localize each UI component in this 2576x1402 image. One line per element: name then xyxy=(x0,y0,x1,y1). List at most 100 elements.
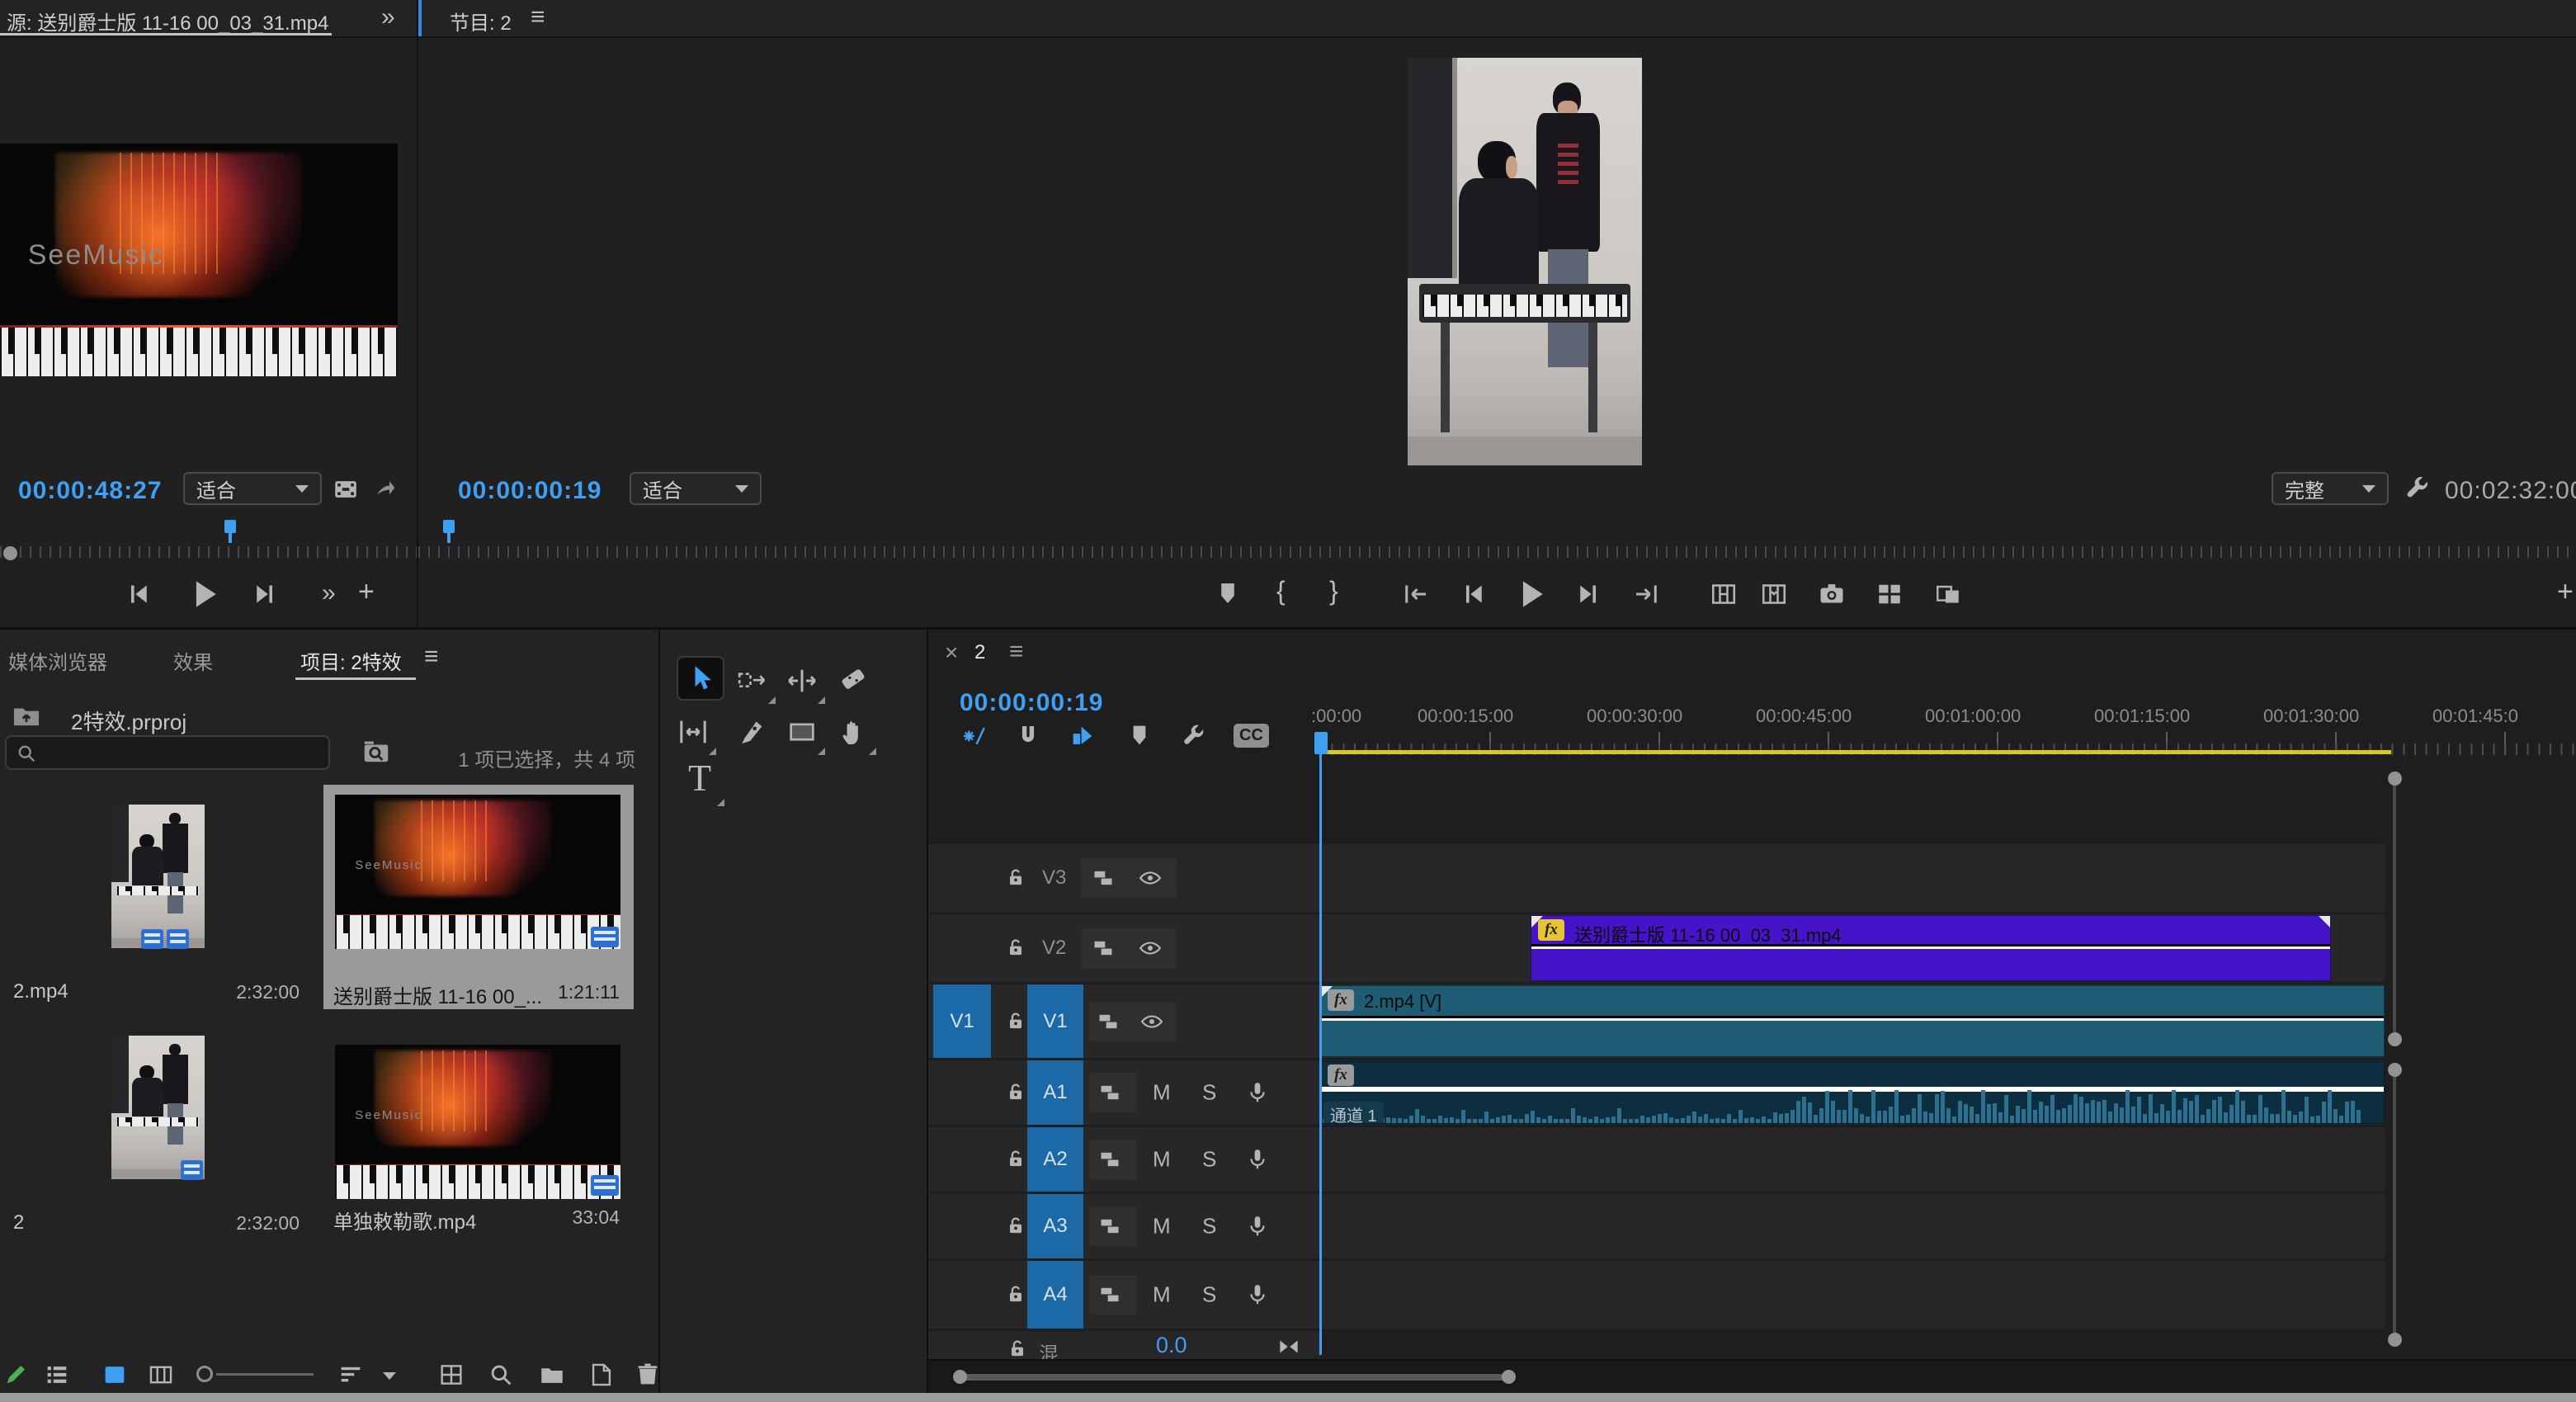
lock-icon[interactable] xyxy=(1004,1010,1027,1033)
clip-usage-badge[interactable] xyxy=(141,929,163,949)
track-output-eye-icon[interactable] xyxy=(1139,1009,1164,1034)
list-view-button[interactable] xyxy=(43,1361,71,1389)
snap-magnet-icon[interactable] xyxy=(1014,722,1042,750)
go-to-out-button[interactable] xyxy=(1631,579,1661,609)
find-button[interactable] xyxy=(487,1361,515,1389)
panel-menu-icon[interactable]: ≡ xyxy=(424,643,439,671)
item-name[interactable]: 2 xyxy=(13,1211,24,1234)
sync-lock-icon[interactable] xyxy=(1092,937,1115,960)
item-name[interactable]: 2.mp4 xyxy=(13,980,68,1003)
hscroll-handle[interactable] xyxy=(953,1370,967,1384)
item-name[interactable]: 单独敕勒歌.mp4 xyxy=(333,1206,476,1234)
razor-tool-button[interactable] xyxy=(837,663,870,696)
clip-usage-badge[interactable] xyxy=(591,927,619,947)
mute-button[interactable]: M xyxy=(1153,1080,1171,1106)
source-zoom-handle[interactable] xyxy=(3,546,17,560)
volume-rubber-band[interactable] xyxy=(1321,1087,2384,1089)
search-input[interactable] xyxy=(45,739,320,768)
voiceover-mic-icon[interactable] xyxy=(1245,1147,1270,1172)
source-tab[interactable]: 源: 送别爵士版 11-16 00_03_31.mp4 xyxy=(7,7,328,35)
program-settings-wrench-icon[interactable] xyxy=(2402,474,2432,503)
hscroll-track[interactable] xyxy=(928,1359,2576,1393)
add-marker-icon[interactable] xyxy=(1126,722,1153,748)
rectangle-tool-button[interactable] xyxy=(786,715,819,748)
type-tool-button[interactable]: T xyxy=(682,760,718,800)
work-area-bar[interactable] xyxy=(1315,750,2391,754)
button-editor-icon[interactable]: » xyxy=(322,579,336,607)
project-item[interactable]: SeeMusic 单独敕勒歌.mp4 33:04 xyxy=(323,1014,634,1239)
source-zoom-select[interactable]: 适合 xyxy=(183,472,322,505)
track-a3[interactable]: A3 M S xyxy=(928,1194,2385,1258)
add-marker-button[interactable] xyxy=(1214,579,1242,607)
track-target-v1[interactable]: V1 xyxy=(1027,984,1083,1058)
clip-a1-audio[interactable]: fx 通道 1 xyxy=(1320,1061,2385,1124)
program-zoom-select[interactable]: 适合 xyxy=(630,472,762,505)
source-playhead[interactable] xyxy=(224,520,236,533)
project-item[interactable]: 2.mp4 2:32:00 xyxy=(0,783,322,1008)
lock-icon[interactable] xyxy=(1006,1338,1029,1359)
sync-lock-icon[interactable] xyxy=(1098,1148,1121,1171)
program-current-timecode[interactable]: 00:00:00:19 xyxy=(458,477,602,505)
clip-usage-badge[interactable] xyxy=(167,929,189,949)
step-back-button[interactable] xyxy=(1459,579,1489,609)
sync-lock-icon[interactable] xyxy=(1098,1215,1121,1238)
track-label[interactable]: V2 xyxy=(1042,937,1066,960)
panel-menu-icon[interactable]: ≡ xyxy=(531,3,545,31)
navigate-up-folder-icon[interactable] xyxy=(8,701,45,732)
timeline-playhead-head[interactable] xyxy=(1314,732,1328,754)
timeline-current-timecode[interactable]: 00:00:00:19 xyxy=(960,689,1103,717)
sync-lock-icon[interactable] xyxy=(1098,1283,1121,1306)
lock-icon[interactable] xyxy=(1004,866,1027,890)
trim-handle[interactable] xyxy=(2319,916,2330,928)
track-select-tool-button[interactable] xyxy=(736,664,769,697)
video-tracks-scrollbar[interactable] xyxy=(2393,785,2396,1032)
voiceover-mic-icon[interactable] xyxy=(1245,1214,1270,1239)
comparison-view-button[interactable] xyxy=(1933,579,1963,609)
freeform-view-button[interactable] xyxy=(147,1361,175,1389)
captions-icon[interactable]: CC xyxy=(1234,724,1269,748)
thumbnail-zoom-knob[interactable] xyxy=(196,1366,213,1382)
fit-sequence-icon[interactable] xyxy=(1276,1334,1301,1359)
opacity-rubber-band[interactable] xyxy=(1321,1016,2384,1018)
mute-button[interactable]: M xyxy=(1153,1282,1171,1308)
track-a2[interactable]: A2 M S xyxy=(928,1127,2385,1192)
track-output-eye-icon[interactable] xyxy=(1138,866,1163,890)
project-item-selected[interactable]: SeeMusic 送别爵士版 11-16 00_... 1:21:11 xyxy=(323,785,634,1009)
sequence-badge[interactable] xyxy=(181,1160,203,1180)
close-icon[interactable]: × xyxy=(945,640,958,666)
track-target-a4[interactable]: A4 xyxy=(1027,1261,1083,1329)
clip-usage-badge[interactable] xyxy=(591,1175,619,1196)
timeline-settings-wrench-icon[interactable] xyxy=(1179,722,1207,750)
thumbnail-zoom-slider[interactable] xyxy=(216,1373,314,1376)
search-box[interactable] xyxy=(5,735,330,770)
add-button-icon[interactable]: + xyxy=(358,576,375,608)
tab-effects[interactable]: 效果 xyxy=(173,646,213,675)
slip-tool-button[interactable] xyxy=(677,715,710,748)
step-forward-button[interactable] xyxy=(1573,579,1603,609)
master-gain-value[interactable]: 0.0 xyxy=(1156,1333,1187,1358)
audio-tracks-scrollbar[interactable] xyxy=(2393,1077,2396,1333)
source-scrub-ticks[interactable] xyxy=(0,546,417,558)
trim-handle[interactable] xyxy=(1531,916,1543,928)
solo-button[interactable]: S xyxy=(1202,1214,1216,1239)
item-thumbnail[interactable] xyxy=(111,805,205,948)
program-playhead[interactable] xyxy=(443,520,455,533)
trim-handle[interactable] xyxy=(1321,986,1333,998)
drag-audio-icon[interactable] xyxy=(373,477,398,502)
solo-button[interactable]: S xyxy=(1202,1080,1216,1106)
selection-tool-button[interactable] xyxy=(677,656,724,701)
lock-icon[interactable] xyxy=(1004,1283,1027,1306)
sync-lock-icon[interactable] xyxy=(1097,1010,1120,1033)
voiceover-mic-icon[interactable] xyxy=(1245,1080,1270,1105)
hscroll-thumb[interactable] xyxy=(960,1374,1508,1381)
playback-resolution-select[interactable]: 完整 xyxy=(2272,472,2389,505)
step-forward-button[interactable] xyxy=(250,579,280,609)
linked-selection-icon[interactable] xyxy=(1069,722,1097,750)
insert-as-nest-icon[interactable] xyxy=(960,722,988,750)
timeline-playhead-line[interactable] xyxy=(1319,754,1322,1355)
icon-view-button[interactable] xyxy=(101,1361,129,1389)
hscroll-handle[interactable] xyxy=(1502,1370,1516,1384)
track-label[interactable]: V3 xyxy=(1042,866,1066,890)
clip-v1-video[interactable]: fx 2.mp4 [V] xyxy=(1320,985,2385,1057)
sync-lock-icon[interactable] xyxy=(1098,1081,1121,1104)
